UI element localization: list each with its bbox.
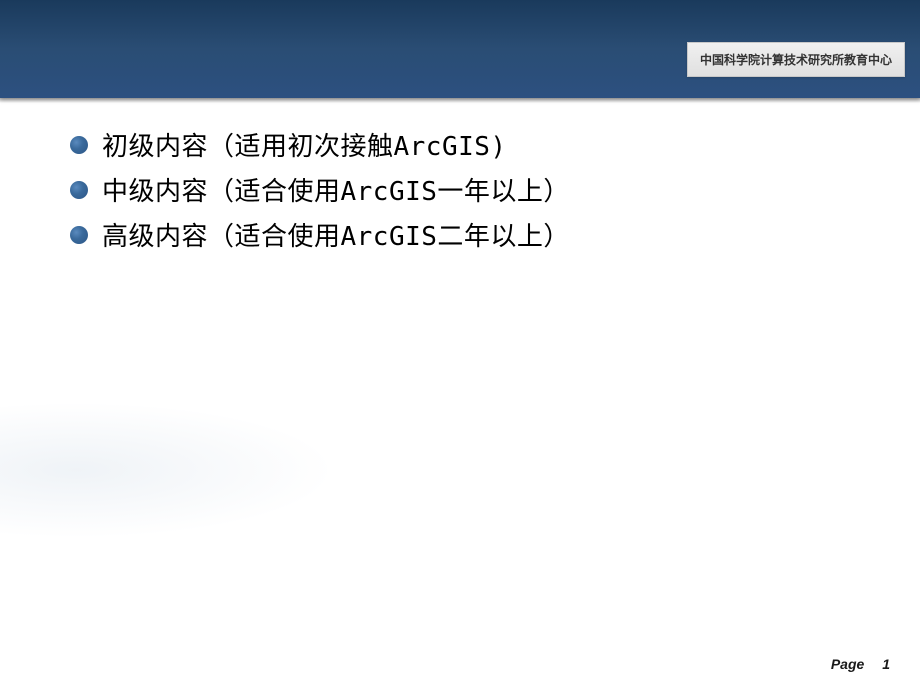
bullet-item: 初级内容（适用初次接触ArcGIS) xyxy=(70,126,860,163)
institution-badge: 中国科学院计算技术研究所教育中心 xyxy=(687,42,905,77)
institution-badge-text: 中国科学院计算技术研究所教育中心 xyxy=(700,53,892,67)
slide-content: 初级内容（适用初次接触ArcGIS) 中级内容（适合使用ArcGIS一年以上） … xyxy=(0,98,920,253)
bullet-item: 高级内容（适合使用ArcGIS二年以上） xyxy=(70,216,860,253)
bullet-dot-icon xyxy=(70,136,88,154)
bullet-dot-icon xyxy=(70,181,88,199)
background-decoration xyxy=(0,390,380,550)
slide-header: 中国科学院计算技术研究所教育中心 xyxy=(0,0,920,98)
bullet-text: 初级内容（适用初次接触ArcGIS) xyxy=(102,126,507,163)
slide-footer: Page 1 xyxy=(831,656,890,672)
bullet-text: 中级内容（适合使用ArcGIS一年以上） xyxy=(102,171,570,208)
page-label: Page xyxy=(831,656,864,672)
bullet-text: 高级内容（适合使用ArcGIS二年以上） xyxy=(102,216,570,253)
bullet-dot-icon xyxy=(70,226,88,244)
page-number: 1 xyxy=(882,656,890,672)
bullet-item: 中级内容（适合使用ArcGIS一年以上） xyxy=(70,171,860,208)
